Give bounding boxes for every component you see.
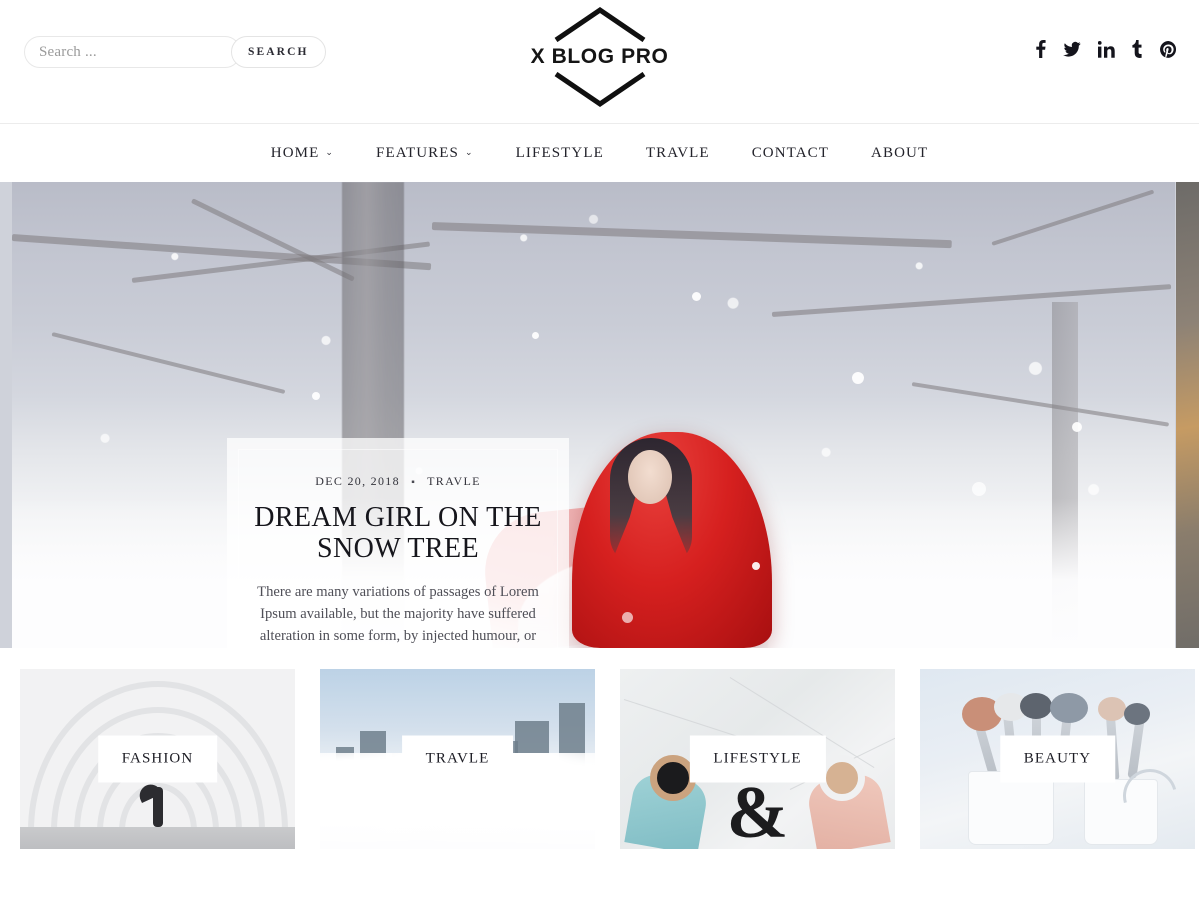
nav-link-features[interactable]: FEATURES ⌄ [376,145,474,162]
hero-slider[interactable]: DEC 20, 2018 ▪ TRAVLE DREAM GIRL ON THE … [0,182,1199,648]
nav-link-about[interactable]: ABOUT [871,145,928,162]
hero-excerpt: There are many variations of passages of… [257,583,539,644]
nav-link-lifestyle[interactable]: LIFESTYLE [516,145,604,162]
nav-item-features[interactable]: FEATURES ⌄ [376,144,474,162]
hero-slide-next-preview[interactable] [1176,182,1199,648]
chevron-down-icon: ⌄ [464,147,474,157]
site-logo[interactable]: X BLOG PRO [520,6,680,108]
category-cards: FASHION TRAVLE & LIFESTYLE BEAUTY [0,669,1199,849]
chevron-up-icon [520,6,680,43]
search-input[interactable] [25,37,231,67]
nav-item-lifestyle[interactable]: LIFESTYLE [516,144,604,162]
social-links [1035,40,1177,58]
main-navigation: HOME ⌄ FEATURES ⌄ LIFESTYLE TRAVLE CONTA… [0,124,1199,182]
nav-link-travle[interactable]: TRAVLE [646,145,710,162]
nav-label: LIFESTYLE [515,145,604,161]
category-label: BEAUTY [999,735,1116,783]
nav-label: HOME [270,145,320,161]
meta-separator: ▪ [411,477,417,488]
nav-label: CONTACT [751,145,830,161]
nav-item-contact[interactable]: CONTACT [752,144,829,162]
facebook-icon[interactable] [1035,40,1046,58]
nav-item-travle[interactable]: TRAVLE [646,144,710,162]
nav-item-about[interactable]: ABOUT [871,144,928,162]
nav-list: HOME ⌄ FEATURES ⌄ LIFESTYLE TRAVLE CONTA… [250,144,949,162]
nav-label: FEATURES [376,145,459,161]
twitter-icon[interactable] [1063,40,1081,58]
category-card-lifestyle[interactable]: & LIFESTYLE [620,669,895,849]
tumblr-icon[interactable] [1132,40,1143,58]
nav-label: TRAVLE [645,145,710,161]
category-card-beauty[interactable]: BEAUTY [920,669,1195,849]
hero-slide-current[interactable]: DEC 20, 2018 ▪ TRAVLE DREAM GIRL ON THE … [12,182,1175,648]
category-label: FASHION [97,735,218,783]
category-card-travle[interactable]: TRAVLE [320,669,595,849]
nav-link-home[interactable]: HOME ⌄ [271,145,334,162]
pinterest-icon[interactable] [1160,40,1177,58]
category-card-fashion[interactable]: FASHION [20,669,295,849]
nav-item-home[interactable]: HOME ⌄ [271,144,334,162]
hero-caption-box: DEC 20, 2018 ▪ TRAVLE DREAM GIRL ON THE … [227,438,569,648]
nav-link-contact[interactable]: CONTACT [752,145,829,162]
chevron-down-icon [520,71,680,108]
hero-date: DEC 20, 2018 [315,474,400,488]
linkedin-icon[interactable] [1098,40,1115,58]
hero-image-snow-forest [12,182,1175,648]
search-button[interactable]: SEARCH [231,36,326,68]
site-header: SEARCH X BLOG PRO [0,0,1199,124]
category-label: TRAVLE [401,735,514,783]
search-form[interactable]: SEARCH [24,36,326,68]
category-label: LIFESTYLE [689,735,826,783]
chevron-down-icon: ⌄ [325,147,334,157]
site-title: X BLOG PRO [530,45,669,68]
hero-title[interactable]: DREAM GIRL ON THE SNOW TREE [249,502,547,565]
nav-label: ABOUT [871,145,929,161]
hero-category[interactable]: TRAVLE [427,474,481,488]
hero-next-image [1176,182,1199,648]
hero-meta: DEC 20, 2018 ▪ TRAVLE [249,474,547,489]
